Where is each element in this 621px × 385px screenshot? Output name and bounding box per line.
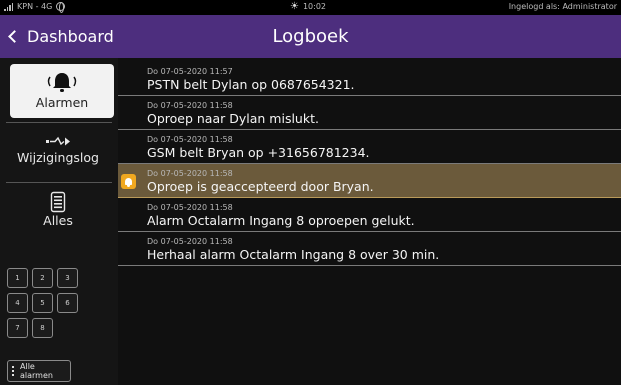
sidebar-item-alles[interactable]: Alles <box>4 188 112 236</box>
log-entry-highlighted[interactable]: Do 07-05-2020 11:58 Oproep is geacceptee… <box>118 164 621 198</box>
log-entry-date: Do 07-05-2020 11:58 <box>147 237 233 246</box>
sidebar-item-alarmen[interactable]: Alarmen <box>10 64 114 118</box>
sidebar-item-wijzigingslog[interactable]: Wijzigingslog <box>4 130 112 178</box>
header-bar: Logboek Dashboard <box>0 15 621 58</box>
login-status: Ingelogd als: Administrator <box>508 2 617 11</box>
input-key-2[interactable]: 2 <box>32 268 53 288</box>
input-key-1[interactable]: 1 <box>7 268 28 288</box>
all-alarms-button[interactable]: Alle alarmen <box>7 360 71 382</box>
carrier-label: KPN - 4G <box>17 2 53 11</box>
signal-icon <box>4 2 13 11</box>
log-entry-text: PSTN belt Dylan op 0687654321. <box>147 77 355 92</box>
log-entry-text: GSM belt Bryan op +31656781234. <box>147 145 370 160</box>
input-key-6[interactable]: 6 <box>57 293 78 313</box>
globe-icon <box>56 2 66 13</box>
status-center: ☀ 10:02 <box>290 0 327 12</box>
log-entry-date: Do 07-05-2020 11:58 <box>147 169 233 178</box>
document-icon <box>50 191 66 213</box>
input-key-3[interactable]: 3 <box>57 268 78 288</box>
log-list: Do 07-05-2020 11:57 PSTN belt Dylan op 0… <box>118 62 621 266</box>
clock: 10:02 <box>302 2 327 11</box>
all-alarms-label: Alle alarmen <box>20 362 53 380</box>
back-button[interactable]: Dashboard <box>6 15 114 58</box>
log-entry-text: Herhaal alarm Octalarm Ingang 8 over 30 … <box>147 247 440 262</box>
alarm-bell-icon <box>121 174 136 189</box>
input-key-8[interactable]: 8 <box>32 318 53 338</box>
more-vertical-icon <box>12 366 14 376</box>
sidebar-divider <box>6 182 112 183</box>
log-entry[interactable]: Do 07-05-2020 11:58 Herhaal alarm Octala… <box>118 232 621 266</box>
log-entry[interactable]: Do 07-05-2020 11:58 Alarm Octalarm Ingan… <box>118 198 621 232</box>
log-entry-text: Oproep is geaccepteerd door Bryan. <box>147 179 374 194</box>
input-key-4[interactable]: 4 <box>7 293 28 313</box>
sidebar-item-label: Wijzigingslog <box>17 150 99 165</box>
chevron-left-icon <box>8 30 21 43</box>
log-entry[interactable]: Do 07-05-2020 11:58 GSM belt Bryan op +3… <box>118 130 621 164</box>
signal-change-icon <box>46 136 70 146</box>
sidebar-item-label: Alarmen <box>35 95 89 110</box>
back-label: Dashboard <box>27 27 114 46</box>
log-entry-date: Do 07-05-2020 11:58 <box>147 203 233 212</box>
status-bar: KPN - 4G ☀ 10:02 Ingelogd als: Administr… <box>0 0 621 15</box>
log-entry[interactable]: Do 07-05-2020 11:57 PSTN belt Dylan op 0… <box>118 62 621 96</box>
brightness-icon: ☀ <box>290 0 299 12</box>
alarm-bell-icon <box>47 73 77 92</box>
sidebar-item-label: Alles <box>43 213 73 228</box>
input-key-7[interactable]: 7 <box>7 318 28 338</box>
log-entry-date: Do 07-05-2020 11:58 <box>147 135 233 144</box>
log-entry-date: Do 07-05-2020 11:58 <box>147 101 233 110</box>
input-key-5[interactable]: 5 <box>32 293 53 313</box>
log-entry-date: Do 07-05-2020 11:57 <box>147 67 233 76</box>
log-entry-text: Oproep naar Dylan mislukt. <box>147 111 319 126</box>
log-entry-text: Alarm Octalarm Ingang 8 oproepen gelukt. <box>147 213 415 228</box>
sidebar-divider <box>6 122 112 123</box>
log-entry[interactable]: Do 07-05-2020 11:58 Oproep naar Dylan mi… <box>118 96 621 130</box>
status-left: KPN - 4G <box>4 2 66 13</box>
